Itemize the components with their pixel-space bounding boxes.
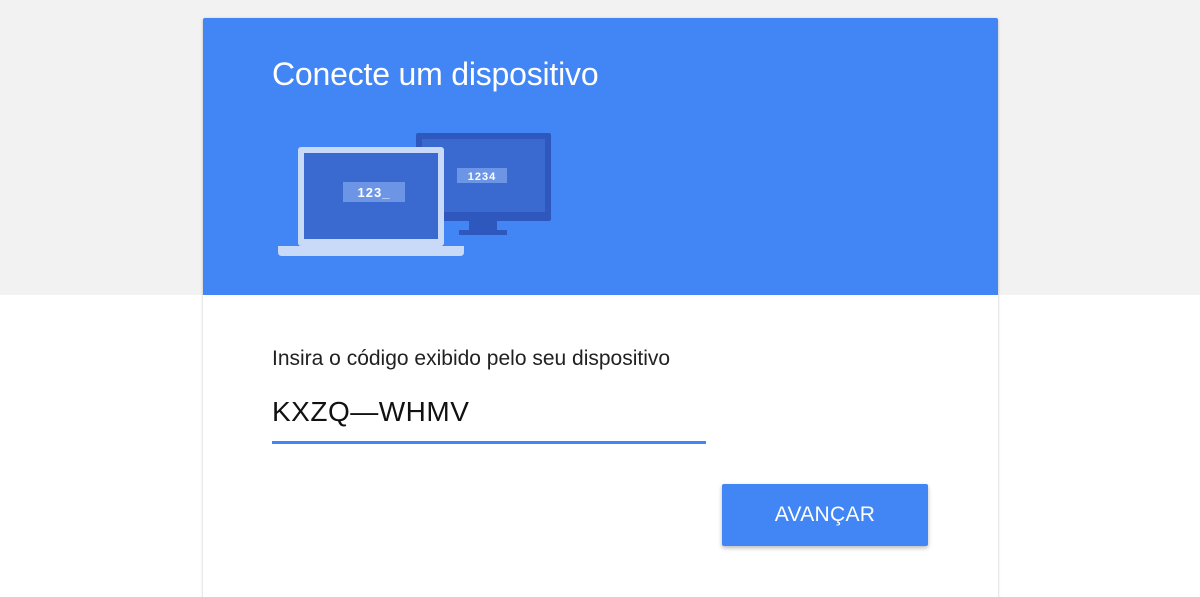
code-prompt-label: Insira o código exibido pelo seu disposi…	[272, 347, 671, 370]
device-code-value[interactable]: KXZQ—WHMV	[272, 396, 469, 428]
laptop-icon: 123_	[278, 147, 464, 256]
device-code-input[interactable]: KXZQ—WHMV	[272, 391, 706, 444]
card-header: Conecte um dispositivo 1234 123_	[203, 18, 998, 295]
devices-illustration: 1234 123_	[278, 133, 551, 256]
tv-code-text: 1234	[468, 171, 496, 183]
next-button[interactable]: AVANÇAR	[722, 484, 928, 546]
laptop-code-text: 123_	[358, 185, 391, 200]
page-title: Conecte um dispositivo	[272, 56, 599, 92]
connect-device-card: Conecte um dispositivo 1234 123_ Insira	[203, 18, 998, 597]
